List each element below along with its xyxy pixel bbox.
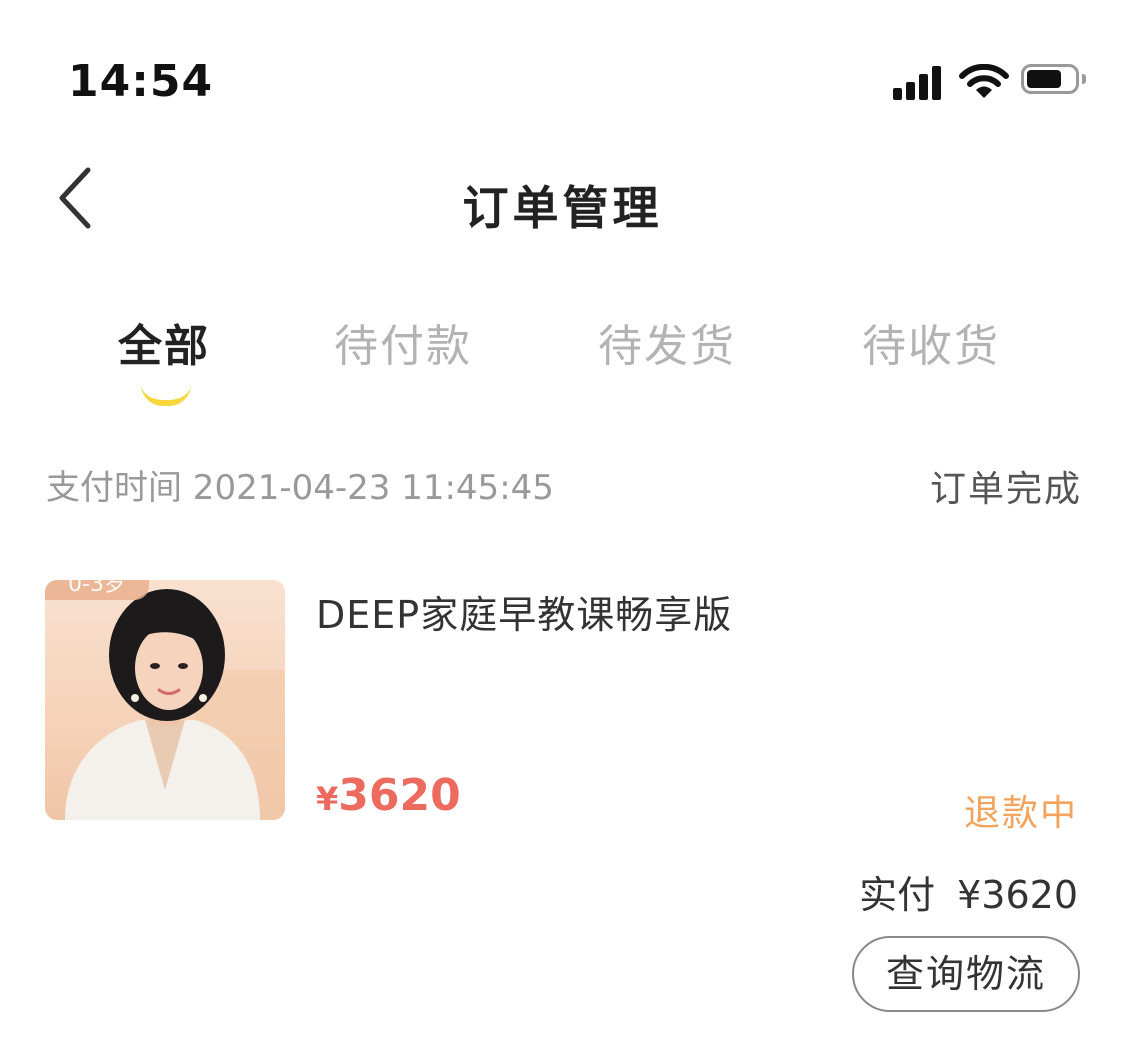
paid-label: 实付 — [859, 873, 936, 917]
price-value: 3620 — [338, 770, 461, 821]
product-title[interactable]: DEEP家庭早教课畅享版 — [316, 584, 732, 639]
status-bar: 14:54 — [0, 0, 1125, 150]
product-thumbnail[interactable]: 0-3岁 — [45, 580, 285, 820]
paid-amount-row: 实付 ¥3620 — [859, 864, 1078, 919]
page-title: 订单管理 — [462, 181, 663, 235]
paid-amount: ¥3620 — [957, 873, 1078, 917]
battery-icon — [1021, 64, 1086, 98]
teacher-portrait-image — [65, 589, 285, 820]
product-price: ¥3620 — [316, 770, 461, 821]
tab-pending-shipment[interactable]: 待发货 — [598, 310, 736, 374]
age-tag: 0-3岁 — [45, 580, 149, 600]
refund-status: 退款中 — [963, 793, 1078, 834]
order-status: 订单完成 — [929, 469, 1082, 510]
active-tab-indicator — [141, 384, 191, 406]
track-logistics-button[interactable]: 查询物流 — [852, 936, 1080, 1012]
tab-all[interactable]: 全部 — [118, 310, 210, 374]
price-currency-symbol: ¥ — [316, 780, 339, 818]
order-tabs: 全部 待付款 待发货 待收货 — [0, 300, 1125, 420]
wifi-icon — [959, 63, 1009, 100]
tab-pending-payment[interactable]: 待付款 — [334, 310, 472, 374]
status-time: 14:54 — [68, 56, 214, 107]
signal-icon — [893, 66, 945, 100]
nav-bar: 订单管理 — [0, 150, 1125, 260]
tab-pending-receipt[interactable]: 待收货 — [862, 310, 1000, 374]
payment-time: 支付时间 2021-04-23 11:45:45 — [46, 468, 554, 508]
order-header: 支付时间 2021-04-23 11:45:45 订单完成 — [46, 460, 1082, 510]
